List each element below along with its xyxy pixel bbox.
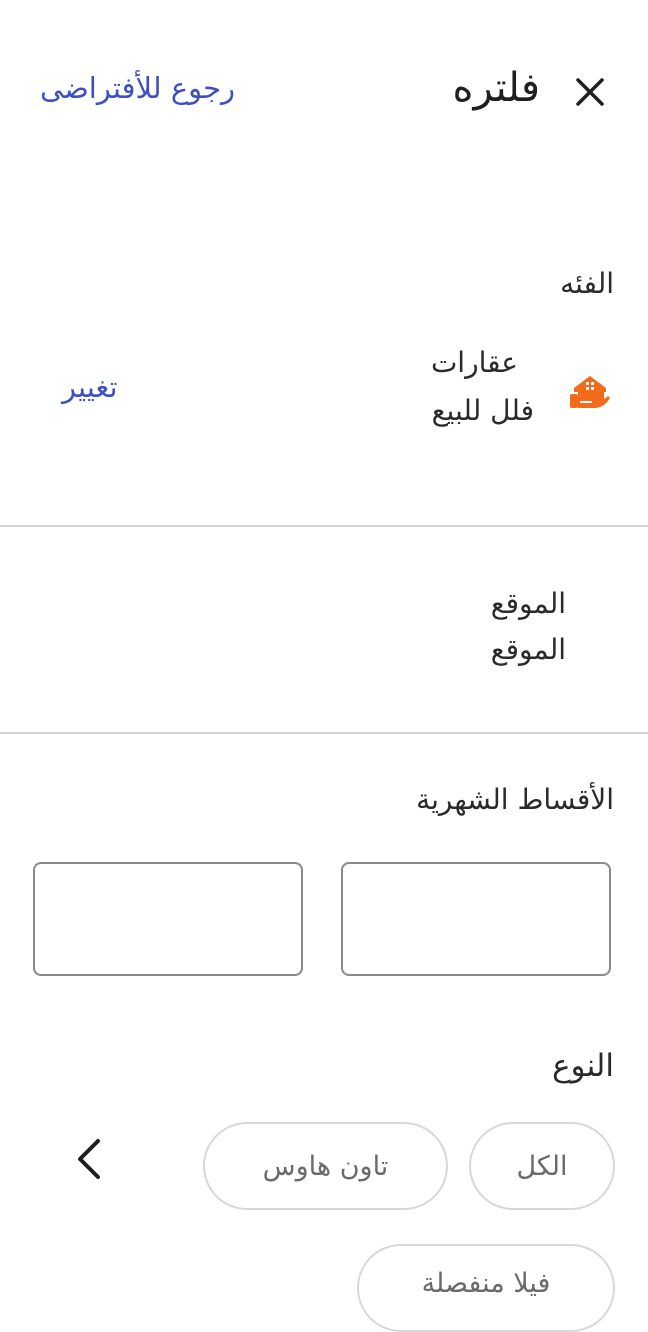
- category-main-label: عقارات: [430, 346, 518, 379]
- type-chip-standalone-villa[interactable]: فيلا منفصلة: [357, 1244, 615, 1332]
- change-category-link[interactable]: تغيير: [62, 366, 118, 408]
- page-title: فلتره: [452, 65, 540, 111]
- type-section-label: النوع: [552, 1048, 614, 1084]
- category-sub-label: فلل للبيع: [431, 394, 534, 427]
- location-row[interactable]: الموقع الموقع: [0, 527, 648, 1179]
- reset-defaults-link[interactable]: رجوع للأفتراضى: [40, 66, 235, 110]
- close-button[interactable]: [568, 68, 616, 116]
- close-icon: [576, 78, 604, 106]
- chevron-left-icon: [70, 1133, 110, 1185]
- type-chip-all[interactable]: الكل: [469, 1122, 615, 1210]
- installments-section-label: الأقساط الشهرية: [416, 783, 614, 816]
- installment-max-input[interactable]: [33, 862, 303, 976]
- category-section-label: الفئه: [560, 267, 614, 300]
- divider: [0, 732, 648, 734]
- installment-min-input[interactable]: [341, 862, 611, 976]
- location-value: الموقع: [490, 633, 566, 666]
- location-label: الموقع: [490, 587, 566, 620]
- type-chip-townhouse[interactable]: تاون هاوس: [203, 1122, 448, 1210]
- real-estate-icon: [566, 368, 614, 416]
